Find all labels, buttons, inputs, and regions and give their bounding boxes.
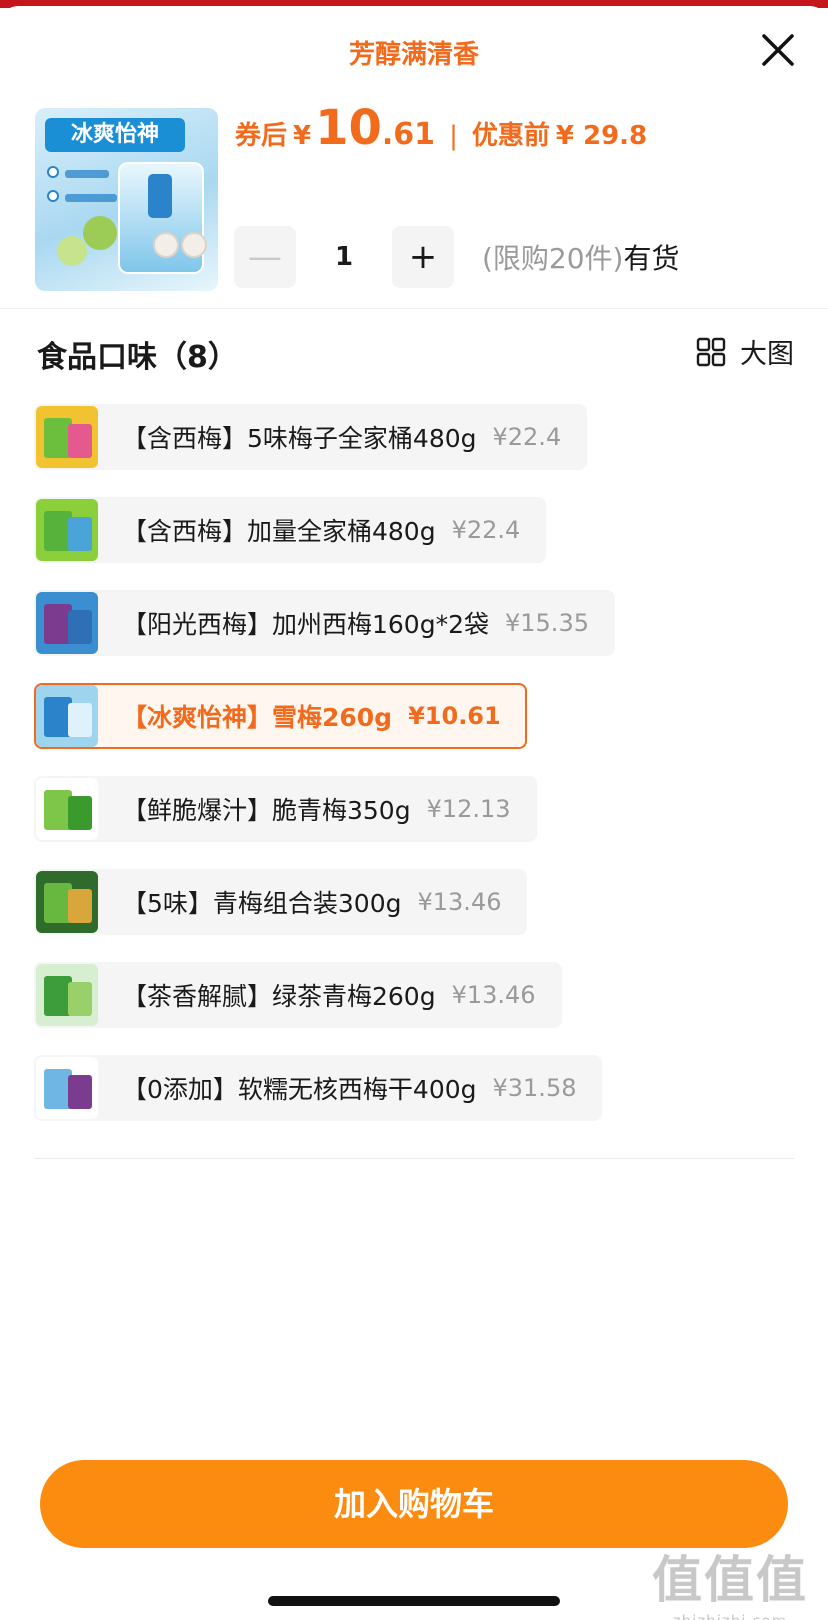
option-price: ¥13.46: [451, 981, 536, 1009]
home-indicator: [268, 1596, 560, 1606]
flavor-option[interactable]: 【含西梅】加量全家桶480g ¥22.4: [34, 497, 547, 563]
bag-label: [148, 174, 172, 218]
option-thumbnail: [36, 1057, 98, 1119]
price-decimal: .61: [381, 117, 436, 152]
option-thumbnail: [36, 685, 98, 747]
option-thumbnail: [36, 592, 98, 654]
option-name: 【5味】青梅组合装300g: [122, 889, 402, 918]
option-price: ¥22.4: [451, 516, 521, 544]
price-row: 券后 ¥ 10 .61 | 优惠前 ¥ 29.8: [235, 100, 647, 164]
option-price: ¥22.4: [492, 423, 562, 451]
decrease-button[interactable]: —: [234, 226, 296, 288]
option-thumbnail: [36, 778, 98, 840]
option-thumbnail: [36, 406, 98, 468]
price-separator: |: [449, 121, 458, 151]
product-brand-text: 冰爽怡神: [45, 118, 185, 152]
coupon-price-label: 券后: [235, 121, 288, 151]
thumb-package-shape: [68, 703, 92, 737]
thumb-package-shape: [68, 982, 92, 1016]
flavor-option[interactable]: 【含西梅】5味梅子全家桶480g ¥22.4: [34, 404, 588, 470]
option-name: 【鲜脆爆汁】脆青梅350g: [122, 796, 411, 825]
feature-line: [65, 194, 117, 202]
grid-icon: [696, 337, 726, 366]
sheet-title: 芳醇满清香: [348, 40, 479, 70]
close-icon: [762, 34, 794, 66]
flavor-section-title: 食品口味（8）: [37, 340, 238, 375]
flavor-option[interactable]: 【茶香解腻】绿茶青梅260g ¥13.46: [34, 962, 562, 1028]
option-name: 【茶香解腻】绿茶青梅260g: [122, 982, 436, 1011]
feature-line: [65, 170, 109, 178]
check-icon: [47, 190, 59, 202]
big-view-label: 大图: [740, 339, 794, 370]
thumb-package-shape: [68, 796, 92, 830]
flavor-option-list: 【含西梅】5味梅子全家桶480g ¥22.4 【含西梅】加量全家桶480g ¥22.4…: [34, 404, 794, 1148]
plum-graphic: [83, 216, 117, 250]
watermark-logo: 值值值: [652, 1551, 808, 1609]
option-thumbnail: [36, 499, 98, 561]
option-price: ¥13.46: [417, 888, 502, 916]
option-name: 【含西梅】5味梅子全家桶480g: [122, 424, 477, 453]
product-image[interactable]: 冰爽怡神: [35, 108, 218, 291]
option-name: 【冰爽怡神】雪梅260g: [122, 703, 393, 732]
add-to-cart-button[interactable]: 加入购物车: [40, 1460, 788, 1548]
snow-plum-graphic: [181, 232, 207, 258]
option-name: 【0添加】软糯无核西梅干400g: [122, 1075, 477, 1104]
original-price: ¥ 29.8: [555, 121, 648, 151]
plum-graphic: [57, 236, 87, 266]
option-price: ¥15.35: [505, 609, 589, 637]
check-icon: [47, 166, 59, 178]
thumb-package-shape: [68, 517, 92, 551]
option-price: ¥12.13: [426, 795, 511, 823]
increase-button[interactable]: +: [392, 226, 454, 288]
purchase-limit: (限购20件): [482, 242, 624, 275]
thumb-package-shape: [68, 610, 92, 644]
thumb-package-shape: [68, 889, 92, 923]
divider: [0, 308, 828, 309]
price-integer: 10: [315, 100, 382, 156]
flavor-option[interactable]: 【冰爽怡神】雪梅260g ¥10.61: [34, 683, 527, 749]
option-price: ¥31.58: [492, 1074, 577, 1102]
flavor-option[interactable]: 【5味】青梅组合装300g ¥13.46: [34, 869, 528, 935]
big-view-toggle[interactable]: 大图: [696, 332, 794, 371]
option-thumbnail: [36, 964, 98, 1026]
option-name: 【阳光西梅】加州西梅160g*2袋: [122, 610, 489, 639]
close-button[interactable]: [758, 30, 798, 70]
flavor-option[interactable]: 【0添加】软糯无核西梅干400g ¥31.58: [34, 1055, 603, 1121]
option-name: 【含西梅】加量全家桶480g: [122, 517, 436, 546]
option-price: ¥10.61: [408, 702, 501, 730]
quantity-stepper: — 1 + (限购20件) 有货: [234, 226, 680, 288]
flavor-option[interactable]: 【阳光西梅】加州西梅160g*2袋 ¥15.35: [34, 590, 615, 656]
watermark: 值值值 zhizhizhi.com: [652, 1540, 808, 1620]
thumb-package-shape: [68, 424, 92, 458]
thumb-package-shape: [68, 1075, 92, 1109]
flavor-option[interactable]: 【鲜脆爆汁】脆青梅350g ¥12.13: [34, 776, 537, 842]
original-price-label: 优惠前: [471, 121, 550, 151]
snow-plum-graphic: [153, 232, 179, 258]
currency-symbol: ¥: [293, 121, 312, 151]
divider: [34, 1158, 794, 1159]
stock-status: 有货: [623, 242, 680, 275]
quantity-value[interactable]: 1: [296, 242, 392, 272]
option-thumbnail: [36, 871, 98, 933]
watermark-url: zhizhizhi.com: [652, 1612, 808, 1620]
